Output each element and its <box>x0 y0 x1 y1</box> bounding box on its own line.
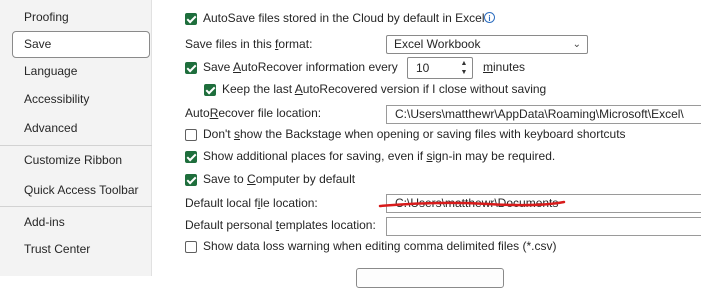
save-format-dropdown[interactable]: Excel Workbook ⌄ <box>386 35 588 54</box>
minutes-label: minutes <box>483 60 526 74</box>
additional-places-checkbox[interactable] <box>185 151 197 163</box>
autorecover-minutes-value: 10 <box>416 61 430 75</box>
default-local-location-label: Default local file location: <box>185 196 318 210</box>
spin-down-icon[interactable]: ▼ <box>459 68 469 77</box>
autosave-cloud-label: AutoSave files stored in the Cloud by de… <box>203 11 485 25</box>
sidebar-divider <box>0 145 152 146</box>
sidebar-item-language[interactable]: Language <box>12 58 150 85</box>
sidebar-item-trust-center[interactable]: Trust Center <box>12 236 150 263</box>
sidebar-item-accessibility[interactable]: Accessibility <box>12 86 150 113</box>
options-sidebar: Proofing Save Language Accessibility Adv… <box>0 0 152 276</box>
save-format-value: Excel Workbook <box>394 37 481 51</box>
personal-templates-location-label: Default personal templates location: <box>185 218 376 232</box>
additional-places-label: Show additional places for saving, even … <box>203 149 556 163</box>
sidebar-item-quick-access-toolbar[interactable]: Quick Access Toolbar <box>12 177 150 204</box>
sidebar-item-advanced[interactable]: Advanced <box>12 115 150 142</box>
data-loss-warning-checkbox[interactable] <box>185 241 197 253</box>
autorecover-location-label: AutoRecover file location: <box>185 106 322 120</box>
save-options-panel: AutoSave files stored in the Cloud by de… <box>152 0 701 288</box>
sidebar-item-proofing[interactable]: Proofing <box>12 4 150 31</box>
sidebar-divider <box>0 206 152 207</box>
sidebar-item-add-ins[interactable]: Add-ins <box>12 209 150 236</box>
backstage-checkbox[interactable] <box>185 129 197 141</box>
sidebar-item-customize-ribbon[interactable]: Customize Ribbon <box>12 147 150 174</box>
data-loss-warning-label: Show data loss warning when editing comm… <box>203 239 557 253</box>
personal-templates-location-input[interactable] <box>386 217 701 236</box>
save-format-label: Save files in this format: <box>185 37 313 51</box>
autorecover-location-input[interactable]: C:\Users\matthewr\AppData\Roaming\Micros… <box>386 105 701 124</box>
save-to-computer-label: Save to Computer by default <box>203 172 356 186</box>
autorecover-checkbox[interactable] <box>185 62 197 74</box>
partial-button[interactable] <box>356 268 504 288</box>
info-icon[interactable]: i <box>484 12 495 23</box>
autorecover-label: Save AutoRecover information every <box>203 60 398 74</box>
sidebar-item-save[interactable]: Save <box>12 31 150 58</box>
keep-last-checkbox[interactable] <box>204 84 216 96</box>
keep-last-label: Keep the last AutoRecovered version if I… <box>222 82 547 96</box>
backstage-label: Don't show the Backstage when opening or… <box>203 127 626 141</box>
spin-up-icon[interactable]: ▲ <box>459 59 469 68</box>
autorecover-minutes-spinner[interactable]: 10 ▲ ▼ <box>407 57 473 79</box>
autosave-cloud-checkbox[interactable] <box>185 13 197 25</box>
save-to-computer-checkbox[interactable] <box>185 174 197 186</box>
red-underline-annotation <box>378 200 566 208</box>
chevron-down-icon: ⌄ <box>572 39 581 50</box>
